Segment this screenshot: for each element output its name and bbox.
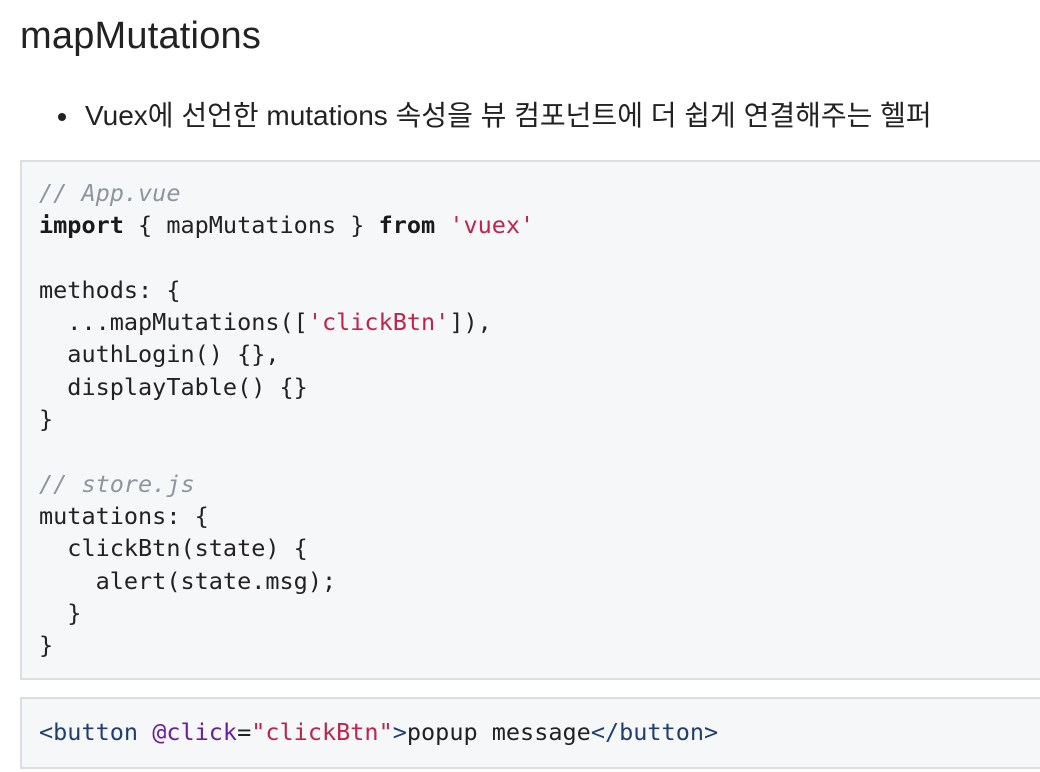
- code-token-tag: >: [392, 718, 407, 746]
- code-line: }: [39, 403, 1040, 435]
- code-token-plain: }: [39, 405, 54, 434]
- code-block-button-template: <button @click="clickBtn">popup message<…: [20, 697, 1040, 769]
- description-item: Vuex에 선언한 mutations 속성을 뷰 컴포넌트에 더 쉽게 연결해…: [0, 94, 1040, 138]
- bullet-dot-icon: [58, 113, 66, 121]
- code-token-tag: <button: [39, 718, 153, 746]
- code-line: alert(state.msg);: [39, 565, 1040, 597]
- code-token-plain: mutations: {: [39, 501, 209, 530]
- code-token-plain: { mapMutations }: [123, 211, 379, 240]
- code-line: displayTable() {}: [39, 371, 1040, 403]
- code-line: authLogin() {},: [39, 338, 1040, 370]
- code-token-plain: ]),: [449, 308, 492, 337]
- code-token-attr: @click: [152, 718, 238, 746]
- code-token-string: 'vuex': [449, 211, 535, 240]
- code-token-plain: methods: {: [39, 275, 181, 304]
- code-line: clickBtn(state) {: [39, 532, 1040, 564]
- code-token-comment: // App.vue: [39, 179, 181, 207]
- code-line: <button @click="clickBtn">popup message<…: [39, 716, 1040, 748]
- code-line: import { mapMutations } from 'vuex': [39, 209, 1040, 241]
- code-block-app-store: // App.vue import { mapMutations } from '…: [20, 160, 1040, 680]
- code-token-tag: </button>: [590, 718, 719, 746]
- code-line: mutations: {: [39, 500, 1040, 532]
- code-token-plain: popup message: [406, 718, 591, 746]
- code-token-keyword: import: [39, 211, 124, 240]
- code-line: }: [39, 629, 1040, 661]
- code-token-plain: =: [237, 718, 252, 746]
- code-token-plain: }: [39, 631, 54, 660]
- code-line: }: [39, 597, 1040, 629]
- code-token-string: "clickBtn": [251, 718, 393, 746]
- description-list: Vuex에 선언한 mutations 속성을 뷰 컴포넌트에 더 쉽게 연결해…: [0, 94, 1040, 138]
- description-text: Vuex에 선언한 mutations 속성을 뷰 컴포넌트에 더 쉽게 연결해…: [85, 100, 932, 131]
- code-token-plain: alert(state.msg);: [39, 566, 337, 595]
- code-token-plain: authLogin() {},: [39, 340, 280, 369]
- page-title: mapMutations: [20, 15, 262, 57]
- code-token-keyword: from: [378, 211, 436, 240]
- code-token-string: 'clickBtn': [307, 308, 450, 337]
- code-token-plain: }: [39, 598, 82, 627]
- code-line: // store.js: [39, 468, 1040, 500]
- code-line: ...mapMutations(['clickBtn']),: [39, 306, 1040, 338]
- code-token-plain: displayTable() {}: [39, 372, 308, 401]
- code-token-plain: clickBtn(state) {: [39, 534, 308, 563]
- code-line: methods: {: [39, 274, 1040, 306]
- code-token-comment: // store.js: [39, 469, 195, 498]
- code-token-plain: ...mapMutations([: [39, 308, 308, 337]
- code-line: // App.vue: [39, 177, 1040, 209]
